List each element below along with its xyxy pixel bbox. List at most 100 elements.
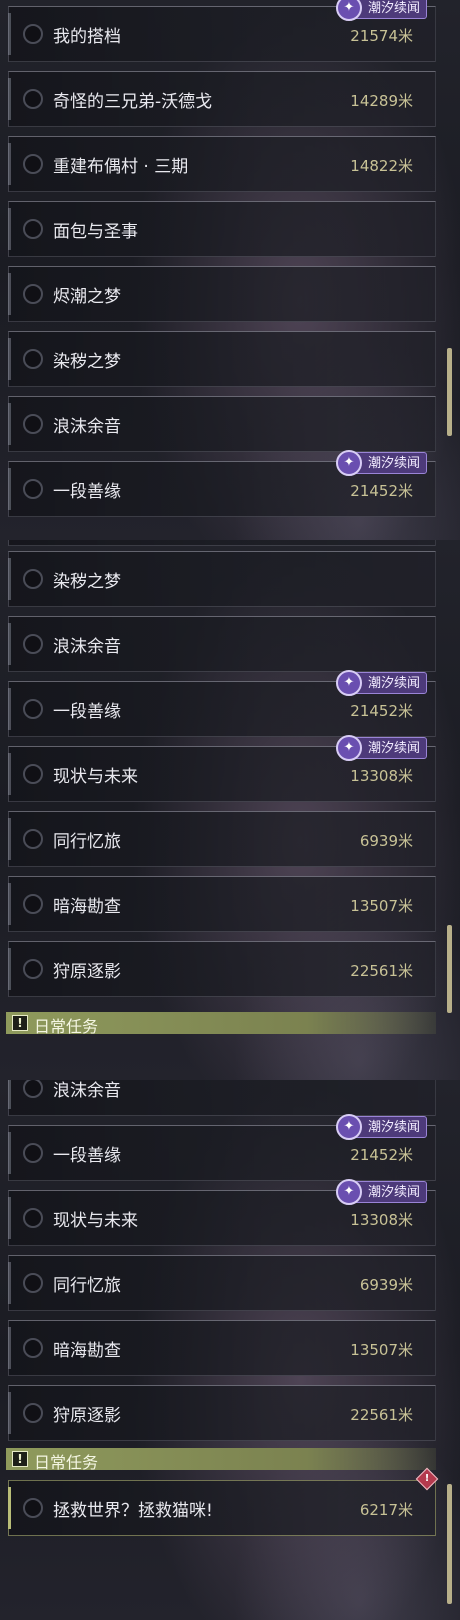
- tide-badge: ✦ 潮汐续闻: [335, 450, 427, 476]
- quest-row[interactable]: [8, 540, 436, 546]
- quest-select-circle[interactable]: [23, 219, 43, 239]
- quest-row[interactable]: 狩原逐影 22561米: [8, 941, 436, 997]
- tide-badge: ✦ 潮汐续闻: [335, 1114, 427, 1140]
- quest-row[interactable]: 一段善缘 21452米 ✦ 潮汐续闻: [8, 450, 436, 517]
- scrollbar-thumb[interactable]: [447, 1484, 452, 1604]
- quest-name: 重建布偶村 · 三期: [53, 157, 189, 177]
- badge-label: 潮汐续闻: [367, 1185, 420, 1200]
- quest-select-circle[interactable]: [23, 284, 43, 304]
- wave-icon: ✦: [335, 1114, 362, 1140]
- quest-distance: 21452米: [350, 1146, 413, 1164]
- quest-name: 浪沫余音: [53, 417, 121, 437]
- quest-name: 现状与未来: [53, 1211, 138, 1231]
- quest-row[interactable]: 一段善缘 21452米 ✦ 潮汐续闻: [8, 1114, 436, 1181]
- quest-select-circle[interactable]: [23, 24, 43, 44]
- quest-select-circle[interactable]: [23, 829, 43, 849]
- quest-name: 染秽之梦: [53, 352, 121, 372]
- quest-row[interactable]: 烬潮之梦: [8, 266, 436, 322]
- quest-row[interactable]: 暗海勘查 13507米: [8, 1320, 436, 1376]
- quest-distance: 6939米: [359, 1276, 413, 1294]
- tide-badge: ✦ 潮汐续闻: [335, 0, 427, 21]
- quest-list-panel-1: 我的搭档 21574米 ✦ 潮汐续闻 奇怪的三兄弟-沃德戈 14289米 重建布偶…: [0, 0, 460, 540]
- quest-select-circle[interactable]: [23, 764, 43, 784]
- section-title: 日常任务: [34, 1017, 99, 1036]
- quest-distance: 21452米: [350, 482, 413, 500]
- quest-name: 狩原逐影: [53, 962, 121, 982]
- quest-select-circle[interactable]: [23, 1403, 43, 1423]
- quest-name: 拯救世界？拯救猫咪!: [53, 1501, 213, 1521]
- wave-icon: ✦: [335, 450, 362, 476]
- quest-select-circle[interactable]: [23, 699, 43, 719]
- tide-badge: ✦ 潮汐续闻: [335, 1179, 427, 1205]
- quest-list-panel-3: 浪沫余音 一段善缘 21452米 ✦ 潮汐续闻 现状与未来 13308米 ✦ 潮汐续…: [0, 1080, 460, 1620]
- quest-name: 一段善缘: [53, 1146, 121, 1166]
- quest-select-circle[interactable]: [23, 1143, 43, 1163]
- quest-name: 狩原逐影: [53, 1406, 121, 1426]
- quest-distance: 22561米: [350, 1406, 413, 1424]
- quest-name: 一段善缘: [53, 702, 121, 722]
- quest-name: 一段善缘: [53, 482, 121, 502]
- quest-row[interactable]: 狩原逐影 22561米: [8, 1385, 436, 1441]
- quest-row[interactable]: 浪沫余音: [8, 1080, 436, 1116]
- quest-select-circle[interactable]: [23, 894, 43, 914]
- quest-name: 浪沫余音: [53, 1081, 121, 1101]
- alert-icon: !: [415, 1467, 439, 1491]
- quest-select-circle[interactable]: [23, 1338, 43, 1358]
- quest-name: 奇怪的三兄弟-沃德戈: [53, 92, 213, 112]
- quest-row[interactable]: 浪沫余音: [8, 396, 436, 452]
- quest-select-circle[interactable]: [23, 1498, 43, 1518]
- quest-row[interactable]: 同行忆旅 6939米: [8, 1255, 436, 1311]
- quest-select-circle[interactable]: [23, 959, 43, 979]
- quest-distance: 13507米: [350, 897, 413, 915]
- quest-distance: 22561米: [350, 962, 413, 980]
- wave-icon: ✦: [335, 670, 362, 696]
- quest-row[interactable]: 奇怪的三兄弟-沃德戈 14289米: [8, 71, 436, 127]
- quest-select-circle[interactable]: [23, 1208, 43, 1228]
- quest-select-circle[interactable]: [23, 569, 43, 589]
- quest-select-circle[interactable]: [23, 1273, 43, 1293]
- quest-row[interactable]: 现状与未来 13308米 ✦ 潮汐续闻: [8, 735, 436, 802]
- quest-row[interactable]: 染秽之梦: [8, 331, 436, 387]
- quest-name: 浪沫余音: [53, 637, 121, 657]
- daily-quest-row[interactable]: 拯救世界？拯救猫咪! 6217米 !: [8, 1467, 439, 1536]
- quest-select-circle[interactable]: [23, 154, 43, 174]
- quest-distance: 13507米: [350, 1341, 413, 1359]
- quest-select-circle[interactable]: [23, 414, 43, 434]
- quest-row[interactable]: 染秽之梦: [8, 551, 436, 607]
- quest-row[interactable]: 浪沫余音: [8, 616, 436, 672]
- wave-icon: ✦: [335, 735, 362, 761]
- quest-distance: 6939米: [359, 832, 413, 850]
- quest-name: 暗海勘查: [53, 897, 121, 917]
- tide-badge: ✦ 潮汐续闻: [335, 735, 427, 761]
- quest-select-circle[interactable]: [23, 634, 43, 654]
- badge-label: 潮汐续闻: [367, 1, 420, 16]
- quest-row[interactable]: 现状与未来 13308米 ✦ 潮汐续闻: [8, 1179, 436, 1246]
- daily-section-header[interactable]: ! 日常任务: [6, 1448, 436, 1472]
- wave-icon: ✦: [335, 1179, 362, 1205]
- scrollbar-thumb[interactable]: [447, 348, 452, 436]
- quest-name: 我的搭档: [53, 27, 121, 47]
- quest-list-panel-2: 染秽之梦 浪沫余音 一段善缘 21452米 ✦ 潮汐续闻 现状与未来 13308米…: [0, 540, 460, 1080]
- quest-name: 暗海勘查: [53, 1341, 121, 1361]
- wave-icon: ✦: [335, 0, 362, 21]
- scrollbar-thumb[interactable]: [447, 925, 452, 1013]
- quest-row[interactable]: 暗海勘查 13507米: [8, 876, 436, 932]
- badge-label: 潮汐续闻: [367, 1120, 420, 1135]
- daily-section-header[interactable]: ! 日常任务: [6, 1012, 436, 1036]
- quest-select-circle[interactable]: [23, 479, 43, 499]
- quest-row[interactable]: 同行忆旅 6939米: [8, 811, 436, 867]
- section-title: 日常任务: [34, 1453, 99, 1472]
- quest-row[interactable]: 重建布偶村 · 三期 14822米: [8, 136, 436, 192]
- quest-distance: 13308米: [350, 1211, 413, 1229]
- quest-name: 现状与未来: [53, 767, 138, 787]
- quest-name: 面包与圣事: [53, 222, 138, 242]
- quest-row[interactable]: 一段善缘 21452米 ✦ 潮汐续闻: [8, 670, 436, 737]
- quest-distance: 21452米: [350, 702, 413, 720]
- quest-select-circle[interactable]: [23, 89, 43, 109]
- badge-label: 潮汐续闻: [367, 456, 420, 471]
- quest-row[interactable]: 面包与圣事: [8, 201, 436, 257]
- quest-row[interactable]: 我的搭档 21574米 ✦ 潮汐续闻: [8, 0, 436, 62]
- quest-select-circle[interactable]: [23, 349, 43, 369]
- quest-select-circle[interactable]: [23, 1080, 43, 1098]
- quest-distance: 6217米: [359, 1501, 413, 1519]
